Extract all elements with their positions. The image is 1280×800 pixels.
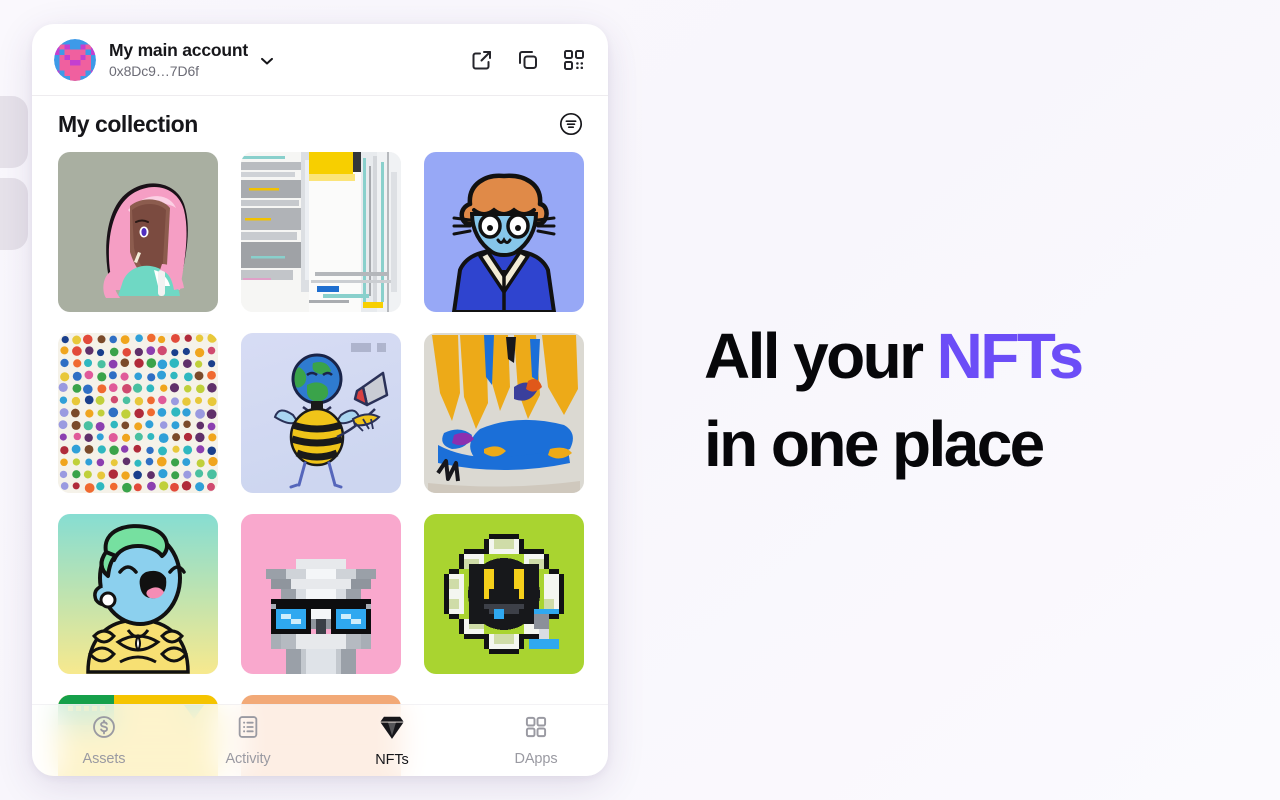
qr-code-icon[interactable] <box>562 48 586 72</box>
copy-icon[interactable] <box>516 48 540 72</box>
grid-squares-icon <box>523 714 549 745</box>
headline-accent: NFTs <box>936 320 1084 392</box>
marketing-headline: All your NFTs in one place <box>704 312 1224 489</box>
dots-layer <box>58 333 218 493</box>
tab-label-dapps: DApps <box>514 751 558 767</box>
headline-line-1: All your NFTs <box>704 312 1224 400</box>
headline-prefix: All your <box>704 320 937 392</box>
header-actions <box>470 48 586 72</box>
nft-card-pixel-flower-dark-face[interactable] <box>424 514 584 674</box>
tab-nfts[interactable]: NFTs <box>320 713 464 768</box>
headline-line-2: in one place <box>704 408 1045 481</box>
nft-card-abstract-orange-blue-painting[interactable] <box>424 333 584 493</box>
nft-card-pink-haired-anime-girl[interactable] <box>58 152 218 312</box>
nft-card-glitch-art-white-yellow[interactable] <box>241 152 401 312</box>
filter-sort-icon[interactable] <box>558 111 584 137</box>
nft-grid <box>32 152 608 776</box>
wallet-panel: My main account 0x8Dc9…7D6f My collectio… <box>32 24 608 776</box>
nft-card-laughing-blue-face-yellow-puffer[interactable] <box>58 514 218 674</box>
account-header: My main account 0x8Dc9…7D6f <box>32 24 608 96</box>
nft-card-pixel-owl-blue-sunglasses[interactable] <box>241 514 401 674</box>
nft-card-globe-head-bee-megaphone[interactable] <box>241 333 401 493</box>
page-title: My collection <box>58 110 198 137</box>
tab-label-assets: Assets <box>82 751 126 767</box>
background-card-left-bottom <box>0 178 28 250</box>
collection-header: My collection <box>32 96 608 152</box>
external-link-icon[interactable] <box>470 48 494 72</box>
tab-assets[interactable]: Assets <box>32 714 176 767</box>
pixel-blockie-avatar[interactable] <box>54 38 96 81</box>
nft-grid-scroll[interactable] <box>32 152 608 776</box>
nft-card-colored-dots-grid[interactable] <box>58 333 218 493</box>
tab-dapps[interactable]: DApps <box>464 714 608 767</box>
account-info: My main account 0x8Dc9…7D6f <box>109 40 248 79</box>
chevron-down-icon[interactable] <box>257 51 277 71</box>
list-document-icon <box>235 714 261 745</box>
tab-label-nfts: NFTs <box>375 752 409 768</box>
coin-dollar-icon <box>91 714 117 745</box>
account-name: My main account <box>109 39 248 60</box>
bottom-tab-bar: Assets Activity NFTs DApps <box>32 704 608 776</box>
tab-label-activity: Activity <box>225 751 271 767</box>
account-address: 0x8Dc9…7D6f <box>109 62 199 79</box>
diamond-gem-icon <box>378 713 406 746</box>
nft-card-blue-cat-orange-afro[interactable] <box>424 152 584 312</box>
tab-activity[interactable]: Activity <box>176 714 320 767</box>
background-card-left-top <box>0 96 28 168</box>
